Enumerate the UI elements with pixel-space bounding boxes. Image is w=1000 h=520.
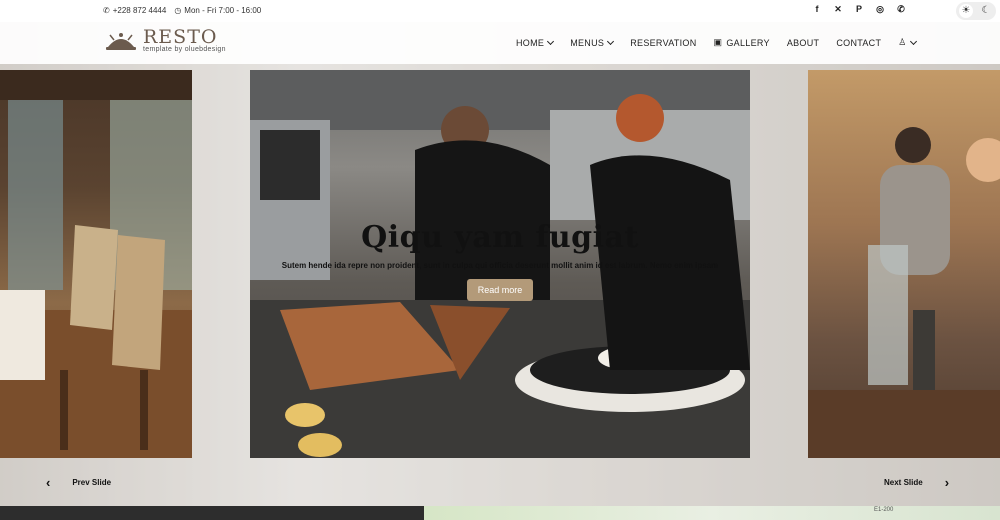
hours-info: ◷ Mon - Fri 7:00 - 16:00 (174, 6, 261, 15)
nav-item-home[interactable]: HOME (516, 37, 555, 48)
nav-item-label: ABOUT (786, 37, 820, 48)
x-icon[interactable]: ✕ (833, 4, 843, 14)
restaurant-interior-image (0, 70, 192, 458)
clock-icon: ◷ (174, 6, 182, 15)
nav-item-about[interactable]: ABOUT (787, 37, 820, 48)
map-section[interactable]: E1-200 (424, 506, 1000, 520)
nav-item-label: CONTACT (836, 37, 882, 48)
cloche-icon (106, 32, 136, 50)
prev-slide-control[interactable]: ‹ Prev Slide (46, 475, 111, 490)
slide-text: Sutem hende ida repre non proident, sunt… (281, 261, 719, 270)
phone-number: +228 872 4444 (112, 6, 167, 15)
theme-toggle[interactable]: ☀ ☾ (956, 2, 996, 20)
next-slide-label: Next Slide (884, 478, 923, 487)
brand-title: RESTO (143, 26, 218, 48)
contact-info: ✆ +228 872 4444 ◷ Mon - Fri 7:00 - 16:00 (103, 6, 261, 15)
chevron-down-icon (607, 37, 615, 45)
user-menu[interactable]: ♙ (898, 37, 917, 48)
nav-item-contact[interactable]: CONTACT (836, 37, 881, 48)
nav-item-label: MENUS (570, 37, 605, 48)
site-logo[interactable]: RESTO template by oluebdesign (105, 28, 226, 53)
slide-caption: Qiqu yam fugiat Sutem hende ida repre no… (250, 220, 750, 301)
nav-item-reservation[interactable]: RESERVATION (630, 37, 696, 48)
nav-menu: HOME MENUS RESERVATION ▣ GALLERY ABOUT CO… (516, 37, 917, 48)
nav-item-label: HOME (516, 37, 545, 48)
instagram-icon[interactable]: ◎ (875, 4, 885, 14)
next-slide-image[interactable] (808, 70, 1000, 458)
user-icon: ♙ (898, 37, 907, 47)
whatsapp-icon[interactable]: ✆ (896, 4, 906, 14)
dark-section (0, 506, 424, 520)
nav-item-label: RESERVATION (630, 37, 697, 48)
chevron-down-icon (909, 37, 917, 45)
phone-icon: ✆ (103, 6, 110, 15)
facebook-icon[interactable]: f (812, 4, 822, 14)
brand-subtitle: template by oluebdesign (143, 46, 226, 53)
nav-item-gallery[interactable]: ▣ GALLERY (714, 37, 770, 48)
phone-info[interactable]: ✆ +228 872 4444 (103, 6, 166, 15)
pinterest-icon[interactable]: P (854, 4, 864, 14)
moon-icon[interactable]: ☾ (979, 4, 993, 18)
restaurant-guests-image (808, 127, 1000, 458)
sun-icon[interactable]: ☀ (959, 4, 973, 18)
image-icon: ▣ (713, 37, 723, 47)
opening-hours: Mon - Fri 7:00 - 16:00 (184, 6, 262, 15)
social-links: f ✕ P ◎ ✆ (812, 4, 906, 14)
read-more-button[interactable]: Read more (466, 279, 534, 301)
chevron-down-icon (547, 37, 555, 45)
previous-slide-image[interactable] (0, 70, 192, 458)
map-road-label: E1-200 (874, 507, 894, 513)
top-bar: ✆ +228 872 4444 ◷ Mon - Fri 7:00 - 16:00 f… (0, 0, 1000, 22)
next-slide-control[interactable]: Next Slide › (884, 475, 949, 490)
arrow-left-icon: ‹ (46, 475, 51, 490)
prev-slide-label: Prev Slide (72, 478, 112, 487)
below-fold-strip: E1-200 (0, 506, 1000, 520)
nav-item-label: GALLERY (726, 37, 770, 48)
arrow-right-icon: › (944, 475, 950, 490)
nav-item-menus[interactable]: MENUS (570, 37, 615, 48)
slide-heading: Qiqu yam fugiat (361, 220, 639, 255)
main-navbar: RESTO template by oluebdesign HOME MENUS… (0, 22, 1000, 64)
